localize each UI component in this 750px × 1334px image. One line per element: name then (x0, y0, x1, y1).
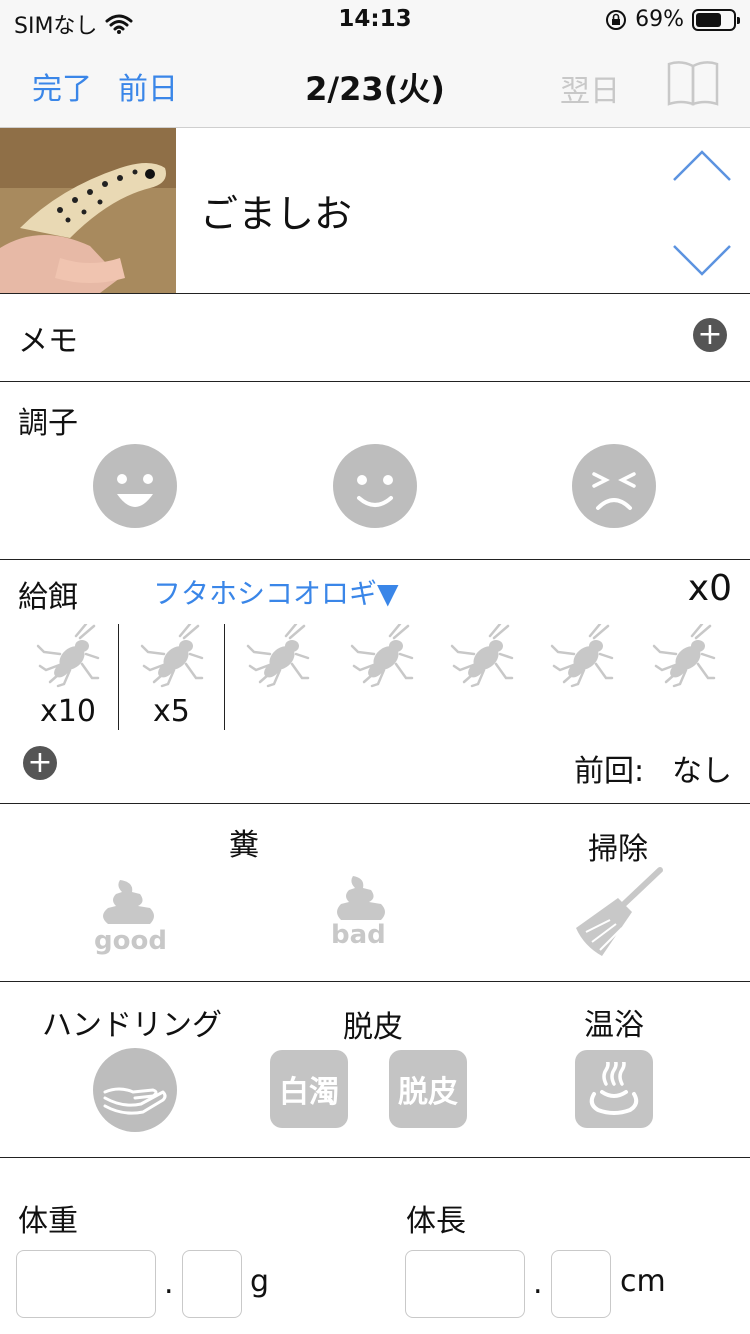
broom-icon[interactable] (572, 866, 664, 960)
chevron-down-icon[interactable] (670, 242, 734, 278)
shed-done-button[interactable]: 脱皮 (389, 1050, 467, 1128)
smile-face-icon[interactable] (93, 444, 177, 528)
handling-button[interactable] (93, 1048, 177, 1132)
nav-bar: 完了 前日 2/23(火) 翌日 (0, 40, 750, 128)
feeding-label: 給餌 (18, 580, 78, 615)
dropping-icon (337, 876, 385, 920)
condition-section: 調子 (0, 382, 750, 560)
next-day-button[interactable]: 翌日 (560, 66, 620, 110)
droppings-label: 糞 (229, 828, 259, 863)
feeding-section: 給餌 フタホシコオロギ▼ x0 x10 x5 + 前回: なし (0, 560, 750, 804)
divider (224, 624, 225, 730)
divider (118, 624, 119, 730)
length-decimal-input[interactable] (551, 1250, 611, 1318)
cleaning-label: 掃除 (588, 832, 648, 867)
add-feeding-icon[interactable]: + (23, 746, 57, 780)
length-integer-input[interactable] (405, 1250, 525, 1318)
cricket-icon[interactable] (246, 624, 312, 690)
bath-label: 温浴 (584, 1008, 644, 1043)
bath-button[interactable] (575, 1050, 653, 1128)
length-label: 体長 (406, 1204, 466, 1239)
measure-section: 体重 体長 . g . cm (0, 1158, 750, 1334)
content-face-icon[interactable] (333, 444, 417, 528)
good-label: good (94, 926, 167, 956)
status-right: 69% (605, 7, 740, 32)
last-feeding-label: 前回: (574, 754, 645, 789)
pet-name: ごましお (200, 192, 353, 236)
length-unit: cm (620, 1264, 666, 1299)
last-feeding-value: なし (672, 754, 732, 789)
condition-label: 調子 (18, 406, 78, 441)
sad-face-icon[interactable] (572, 444, 656, 528)
weight-integer-input[interactable] (16, 1250, 156, 1318)
battery-percent: 69% (635, 7, 684, 32)
care-section: ハンドリング 脱皮 温浴 白濁 脱皮 (0, 982, 750, 1158)
chevron-up-icon[interactable] (670, 148, 734, 184)
cricket-icon[interactable] (36, 624, 102, 690)
book-icon[interactable] (666, 58, 720, 108)
hand-icon (103, 1087, 167, 1115)
length-dot: . (533, 1266, 543, 1301)
handling-label: ハンドリング (42, 1008, 222, 1043)
weight-unit: g (250, 1264, 270, 1299)
food-selector[interactable]: フタホシコオロギ▼ (153, 572, 399, 612)
weight-decimal-input[interactable] (182, 1250, 242, 1318)
good-dropping-button[interactable]: good (94, 878, 167, 958)
orientation-lock-icon (606, 9, 627, 30)
status-bar: SIMなし 14:13 69% (0, 0, 750, 40)
cricket-icon[interactable] (350, 624, 416, 690)
battery-icon (692, 8, 740, 31)
memo-label: メモ (18, 324, 78, 359)
dropping-icon (103, 880, 154, 924)
cricket-icon[interactable] (550, 624, 616, 690)
pet-photo[interactable] (0, 128, 176, 293)
bad-dropping-button[interactable]: bad (331, 874, 391, 954)
pet-row: ごましお (0, 128, 750, 294)
weight-dot: . (164, 1266, 174, 1301)
hot-spring-icon (589, 1062, 639, 1115)
cricket-icon[interactable] (652, 624, 718, 690)
preset-x5[interactable]: x5 (153, 694, 190, 729)
bad-label: bad (331, 920, 386, 950)
shedding-label: 脱皮 (343, 1010, 403, 1045)
memo-section: メモ + (0, 294, 750, 382)
cricket-icon[interactable] (450, 624, 516, 690)
add-memo-icon[interactable]: + (693, 318, 727, 352)
feeding-count: x0 (687, 568, 732, 609)
shed-white-button[interactable]: 白濁 (270, 1050, 348, 1128)
weight-label: 体重 (18, 1204, 78, 1239)
droppings-section: 糞 掃除 good bad (0, 804, 750, 982)
cricket-icon[interactable] (140, 624, 206, 690)
date-title: 2/23(火) (305, 70, 445, 108)
preset-x10[interactable]: x10 (40, 694, 96, 729)
